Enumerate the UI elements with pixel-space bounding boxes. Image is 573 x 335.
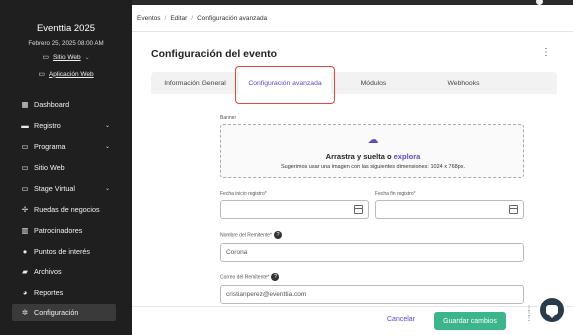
footer-actions: Cancelar Guardar cambios ⋮ ⋮ ⋮ [132,296,573,335]
sidebar-item-ruedas-de-negocios[interactable]: ✢ Ruedas de negocios [12,201,116,218]
sender-name-label-text: Nombre del Remitente* [220,232,272,239]
sidebar-item-programa[interactable]: ▭ Programa ⌄ [12,138,116,155]
more-options-icon[interactable]: ⋮ [541,48,551,58]
help-icon[interactable]: ? [271,273,280,281]
sidebar: Eventtia 2025 Febrero 25, 2025 08:00 AM … [0,0,132,335]
sidebar-item-sitio-web[interactable]: ▭ Sitio Web [12,159,116,176]
id-card-icon: ▬ [21,121,29,130]
tab-webhooks[interactable]: Webhooks [416,72,511,94]
main-content: Eventos / Editar / Configuración avanzad… [132,5,573,335]
page-title: Configuración del evento [151,48,278,60]
banner-dropzone[interactable]: ☁ Arrastra y suelta o explora Sugerimos … [220,124,524,178]
sidebar-item-dashboard[interactable]: ▦ Dashboard [12,96,116,113]
tab-informacion-general[interactable]: Información General [151,72,239,94]
pie-chart-icon: ◕ [22,288,28,297]
sidebar-item-reportes[interactable]: ◕ Reportes [12,284,116,301]
breadcrumb-current: Configuración avanzada [197,15,268,22]
event-title: Eventtia 2025 [36,23,96,34]
banner-label: Banner [220,115,237,121]
breadcrumb-separator: / [191,15,194,22]
sidebar-item-archivos[interactable]: ▰ Archivos [12,263,116,280]
site-web-link[interactable]: ▭ Sitio Web ⌄ [0,53,132,62]
calendar-icon[interactable] [354,205,363,214]
sidebar-item-label: Sitio Web [34,163,65,172]
sender-email-label-text: Correo del Remitente* [220,274,270,281]
web-app-link[interactable]: ▭ Aplicación Web [0,70,132,79]
save-button[interactable]: Guardar cambios [434,312,506,330]
web-app-label: Aplicación Web [48,70,94,78]
sidebar-item-label: Reportes [34,288,64,297]
chevron-down-icon: ⌄ [104,123,110,129]
start-date-label: Fecha inicio registro* [220,191,267,197]
sidebar-item-label: Dashboard [34,100,70,109]
chat-button[interactable] [538,296,566,324]
sender-email-input[interactable]: cristianperez@eventtia.com [220,285,524,304]
browser-icon: ▭ [21,163,29,172]
breadcrumb-eventos[interactable]: Eventos [137,15,161,22]
sender-name-input[interactable]: Corona [220,243,524,262]
chevron-down-icon: ⌄ [104,144,110,150]
end-date-input[interactable] [375,200,524,219]
sender-email-label: Correo del Remitente*? [220,273,280,281]
sidebar-item-label: Patrocinadores [34,226,83,235]
sidebar-item-label: Ruedas de negocios [34,205,100,214]
start-date-input[interactable] [220,200,369,219]
sidebar-item-puntos-de-interes[interactable]: ● Puntos de interés [12,243,116,260]
event-date: Febrero 25, 2025 08:00 AM [28,40,104,47]
highlight-box [235,66,335,104]
sidebar-item-configuracion[interactable]: ✲ Configuración [12,304,116,321]
screen-icon: ▭ [38,71,45,78]
breadcrumb-editar[interactable]: Editar [170,15,187,22]
browser-icon: ▭ [42,54,49,61]
map-pin-icon: ● [22,247,28,256]
sidebar-item-label: Puntos de interés [34,247,90,256]
calendar-icon: ▭ [21,142,29,151]
calendar-icon[interactable] [509,205,518,214]
end-date-label: Fecha fin registro* [375,191,416,197]
tab-modulos[interactable]: Módulos [331,72,416,94]
drag-handle-icon[interactable]: ⋮ ⋮ ⋮ [526,306,534,329]
dashboard-icon: ▦ [21,100,29,109]
gear-icon: ✲ [21,308,29,317]
sidebar-item-label: Registro [34,121,61,130]
site-web-label: Sitio Web [52,53,81,61]
sidebar-item-registro[interactable]: ▬ Registro ⌄ [12,117,116,134]
sidebar-item-label: Archivos [34,267,62,276]
browse-link[interactable]: explora [394,152,421,161]
dropzone-instruction: Arrastra y suelta o [325,152,392,161]
form-card: Banner ☁ Arrastra y suelta o explora Sug… [151,94,557,335]
sidebar-item-patrocinadores[interactable]: ▥ Patrocinadores [12,222,116,239]
settings-panel: Información General Configuración avanza… [151,72,557,335]
breadcrumb-separator: / [164,15,167,22]
dropzone-text: Arrastra y suelta o explora [221,152,525,161]
building-icon: ▥ [21,226,29,235]
chat-icon [546,305,558,318]
screen-icon: ▭ [21,184,29,193]
sidebar-item-label: Programa [34,142,66,151]
folder-icon: ▰ [22,267,28,276]
chevron-icon: ⌄ [84,54,90,61]
divider [132,31,573,32]
handshake-icon: ✢ [21,205,29,214]
breadcrumb: Eventos / Editar / Configuración avanzad… [137,15,267,22]
sender-name-label: Nombre del Remitente*? [220,231,282,239]
cancel-button[interactable]: Cancelar [387,316,415,323]
sidebar-item-label: Configuración [34,308,79,317]
dropzone-hint: Sugerimos usar una imagen con las siguie… [280,164,466,170]
cloud-upload-icon: ☁ [367,134,379,146]
help-icon[interactable]: ? [273,231,282,239]
sidebar-item-label: Stage Virtual [34,184,76,193]
sidebar-item-stage-virtual[interactable]: ▭ Stage Virtual ⌄ [12,180,116,197]
chevron-down-icon: ⌄ [104,186,110,192]
